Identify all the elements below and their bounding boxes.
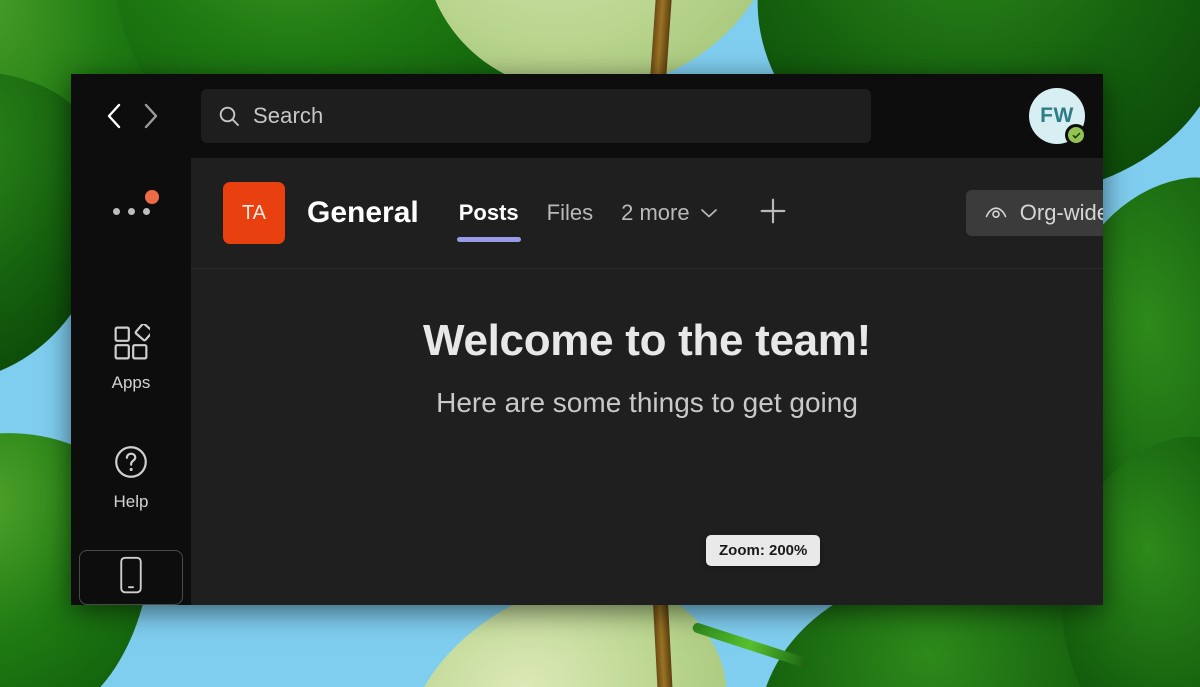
notification-badge xyxy=(145,190,159,204)
tab-posts[interactable]: Posts xyxy=(445,158,533,268)
plus-icon xyxy=(756,194,790,233)
eye-icon xyxy=(984,204,1008,222)
window-body: Apps Help TA General Posts Files 2 more … xyxy=(71,158,1103,605)
navigation-buttons xyxy=(71,101,191,131)
teams-app-window: Search FW Apps Help TA General Posts Fil… xyxy=(71,74,1103,605)
mobile-phone-icon xyxy=(118,555,144,600)
tab-files[interactable]: Files xyxy=(533,158,607,268)
channel-tabs: Posts Files 2 more xyxy=(445,158,796,268)
search-input[interactable]: Search xyxy=(201,89,871,143)
app-rail: Apps Help xyxy=(71,158,191,605)
status-badge xyxy=(1065,124,1087,146)
rail-item-label: Apps xyxy=(111,372,151,392)
rail-item-apps[interactable]: Apps xyxy=(83,318,179,399)
page-title: General xyxy=(307,196,419,229)
org-wide-badge[interactable]: Org-wide xyxy=(965,190,1103,236)
search-placeholder: Search xyxy=(253,103,324,128)
rail-item-help[interactable]: Help xyxy=(83,437,179,518)
chevron-left-icon[interactable] xyxy=(99,101,129,131)
check-icon xyxy=(1072,132,1080,138)
channel-header: TA General Posts Files 2 more Org-wide xyxy=(191,158,1103,269)
welcome-title: Welcome to the team! xyxy=(423,316,871,365)
question-circle-icon xyxy=(112,443,150,486)
channel-content: TA General Posts Files 2 more Org-wide W… xyxy=(191,158,1103,605)
welcome-subtitle: Here are some things to get going xyxy=(436,387,858,418)
search-icon xyxy=(217,104,241,128)
rail-item-mobile-app[interactable] xyxy=(79,549,183,605)
posts-main-area: Welcome to the team! Here are some thing… xyxy=(191,269,1103,605)
ellipsis-icon xyxy=(112,208,150,216)
apps-grid-icon xyxy=(112,322,154,367)
avatar[interactable]: FW xyxy=(1029,88,1087,146)
tab-more[interactable]: 2 more xyxy=(607,158,731,268)
chevron-down-icon xyxy=(700,207,718,219)
org-wide-label: Org-wide xyxy=(1019,200,1103,225)
desktop-background: Search FW Apps Help TA General Posts Fil… xyxy=(0,0,1200,687)
chevron-right-icon[interactable] xyxy=(136,101,166,131)
title-bar: Search FW xyxy=(71,74,1103,158)
add-tab-button[interactable] xyxy=(750,190,796,236)
team-avatar[interactable]: TA xyxy=(223,182,285,244)
zoom-tooltip: Zoom: 200% xyxy=(706,535,821,566)
tab-label: 2 more xyxy=(621,200,690,225)
welcome-panel: Welcome to the team! Here are some thing… xyxy=(247,305,1047,419)
rail-item-more[interactable] xyxy=(83,190,179,232)
zoom-tooltip-label: Zoom: 200% xyxy=(719,542,808,559)
tab-label: Files xyxy=(546,200,594,225)
rail-item-label: Help xyxy=(113,491,149,511)
tab-label: Posts xyxy=(458,200,519,225)
